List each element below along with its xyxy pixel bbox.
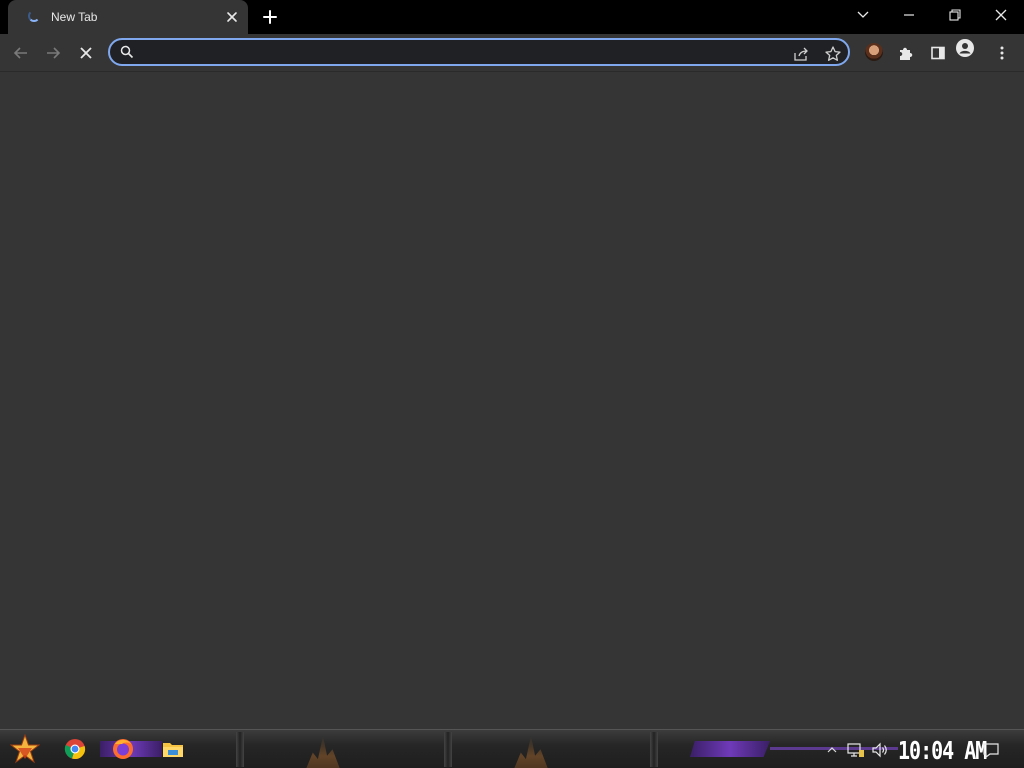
screen: New Tab 10:04 AM (0, 0, 1024, 768)
address-input[interactable] (144, 43, 774, 61)
start-button-icon[interactable] (9, 733, 41, 765)
close-window-icon[interactable] (978, 0, 1024, 30)
network-icon[interactable] (847, 741, 865, 759)
flame-decoration (306, 736, 340, 768)
notifications-icon[interactable] (982, 741, 1000, 759)
volume-icon[interactable] (871, 741, 889, 759)
purple-accent-decoration (690, 741, 770, 757)
kebab-menu-icon[interactable] (989, 40, 1015, 66)
share-icon[interactable] (792, 45, 810, 63)
taskbar-divider (236, 732, 244, 767)
chevron-up-icon[interactable] (823, 741, 841, 759)
back-arrow-icon[interactable] (8, 40, 34, 66)
extensions-puzzle-icon[interactable] (893, 40, 919, 66)
taskbar-divider (444, 732, 452, 767)
browser-toolbar (0, 34, 1024, 71)
new-tab-plus-icon[interactable] (258, 5, 282, 29)
minimize-icon[interactable] (886, 0, 932, 30)
firefox-icon[interactable] (112, 738, 134, 760)
flame-decoration (514, 736, 548, 768)
chrome-icon[interactable] (64, 738, 86, 760)
address-bar[interactable] (108, 38, 850, 66)
search-icon (120, 45, 134, 64)
tab-new-tab[interactable]: New Tab (8, 0, 248, 34)
tab-title: New Tab (51, 10, 98, 24)
taskbar-divider (650, 732, 658, 767)
file-explorer-icon[interactable] (162, 738, 184, 760)
page-content (0, 71, 1024, 729)
side-panel-icon[interactable] (925, 40, 951, 66)
profile-icon[interactable] (956, 39, 983, 66)
stop-loading-icon[interactable] (73, 40, 99, 66)
clock[interactable]: 10:04 AM (898, 735, 987, 765)
tab-close-icon[interactable] (224, 9, 240, 25)
loading-spinner-icon (28, 10, 40, 22)
extension-avatar-icon[interactable] (865, 43, 883, 61)
tab-search-chevron-down-icon[interactable] (840, 0, 886, 30)
forward-arrow-icon[interactable] (40, 40, 66, 66)
taskbar: 10:04 AM (0, 729, 1024, 768)
tab-strip: New Tab (0, 0, 1024, 34)
restore-icon[interactable] (932, 0, 978, 30)
bookmark-star-icon[interactable] (824, 45, 842, 63)
